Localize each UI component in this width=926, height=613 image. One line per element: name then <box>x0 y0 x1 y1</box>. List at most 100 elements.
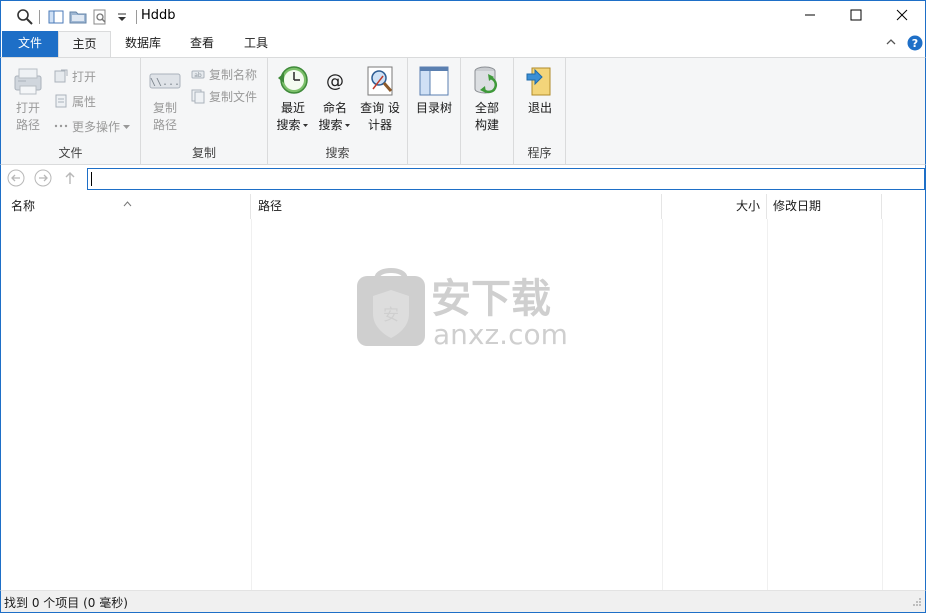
group-label-search: 搜索 <box>325 146 350 160</box>
open-path-label-2: 路径 <box>15 118 40 132</box>
toolbar-separator <box>39 10 40 24</box>
name-search-label-1: 命名 <box>322 101 347 115</box>
column-header-name[interactable]: 名称 <box>1 194 251 219</box>
more-actions-button[interactable]: 更多操作 <box>53 116 131 136</box>
column-label-name: 名称 <box>11 199 36 213</box>
copy-path-label-2: 路径 <box>152 118 177 132</box>
query-designer-button[interactable]: 查询 设 计器 <box>357 64 403 134</box>
dropdown-arrow-icon <box>123 119 131 133</box>
properties-pane-icon[interactable] <box>46 7 66 27</box>
printer-folder-icon <box>11 64 45 98</box>
name-search-label-2: 搜索 <box>318 118 343 132</box>
folder-icon[interactable] <box>68 7 88 27</box>
maximize-button[interactable] <box>833 1 879 31</box>
copy-path-label-1: 复制 <box>152 101 177 115</box>
query-designer-label-1: 查询 设 <box>360 101 400 115</box>
properties-label: 属性 <box>72 94 97 109</box>
properties-button[interactable]: 属性 <box>53 91 96 111</box>
group-label-copy: 复制 <box>191 146 216 160</box>
open-path-button[interactable]: 打开 路径 <box>9 64 47 134</box>
window-title: Hddb <box>141 8 176 23</box>
status-text: 找到 0 个项目 (0 毫秒) <box>4 596 128 610</box>
clock-icon <box>276 64 310 98</box>
query-designer-label-2: 计器 <box>367 118 392 132</box>
ribbon-group-search: 最近 搜索 @ 命名 搜索 查询 设 计器 搜索 <box>268 58 408 164</box>
help-icon[interactable]: ? <box>907 35 923 54</box>
forward-arrow-icon <box>34 169 52 190</box>
sort-ascending-icon <box>123 192 132 217</box>
watermark: 安 安下载 anxz.com <box>355 264 575 351</box>
text-caret <box>91 172 92 186</box>
watermark-domain: anxz.com <box>433 318 568 349</box>
ribbon-group-build: 全部 构建 <box>461 58 514 164</box>
dir-tree-button[interactable]: 目录树 <box>411 64 457 117</box>
open-icon <box>53 68 69 84</box>
column-divider <box>662 219 663 590</box>
minimize-button[interactable] <box>787 1 833 31</box>
properties-icon <box>53 93 69 109</box>
tab-database[interactable]: 数据库 <box>113 31 173 57</box>
maximize-icon <box>850 9 862 24</box>
preview-icon[interactable] <box>90 7 110 27</box>
copy-path-button[interactable]: \\... 复制 路径 <box>148 64 182 134</box>
recent-search-button[interactable]: 最近 搜索 <box>274 64 312 134</box>
ribbon-group-tree: 目录树 <box>408 58 461 164</box>
title-bar: Hddb <box>0 0 926 31</box>
exit-button[interactable]: 退出 <box>518 64 562 117</box>
recent-search-label-2: 搜索 <box>276 118 301 132</box>
navigation-bar <box>0 165 926 194</box>
copy-file-button[interactable]: 复制文件 <box>190 86 257 106</box>
full-build-label-1: 全部 <box>474 101 499 115</box>
tree-pane-icon <box>417 64 451 98</box>
exit-label: 退出 <box>527 101 552 115</box>
column-label-modified: 修改日期 <box>773 199 822 213</box>
ribbon-group-program: 退出 程序 <box>514 58 566 164</box>
open-button[interactable]: 打开 <box>53 66 96 86</box>
ribbon-group-file: 打开 路径 打开 属性 更多操作 文件 <box>1 58 141 164</box>
query-designer-icon <box>363 64 397 98</box>
open-path-label-1: 打开 <box>15 101 40 115</box>
tab-home[interactable]: 主页 <box>58 31 111 58</box>
copy-name-icon: ab <box>190 66 206 82</box>
tab-tools[interactable]: 工具 <box>231 31 281 57</box>
column-header-size[interactable]: 大小 <box>662 194 767 219</box>
minimize-icon <box>804 9 816 24</box>
svg-text:?: ? <box>912 37 918 50</box>
copy-name-label: 复制名称 <box>209 67 258 82</box>
close-icon <box>896 9 908 24</box>
ribbon: 打开 路径 打开 属性 更多操作 文件 \\... 复制 路径 ab 复制名称 … <box>0 57 926 165</box>
close-button[interactable] <box>879 1 925 31</box>
copy-file-label: 复制文件 <box>209 89 258 104</box>
copy-name-button[interactable]: ab 复制名称 <box>190 64 257 84</box>
back-button[interactable] <box>7 169 25 190</box>
tab-file[interactable]: 文件 <box>2 31 58 57</box>
back-arrow-icon <box>7 169 25 190</box>
column-header-path[interactable]: 路径 <box>251 194 662 219</box>
full-build-button[interactable]: 全部 构建 <box>465 64 509 134</box>
customize-dropdown-icon[interactable] <box>112 7 132 27</box>
tab-view[interactable]: 查看 <box>177 31 227 57</box>
copy-path-icon: \\... <box>148 64 182 98</box>
name-search-button[interactable]: @ 命名 搜索 <box>316 64 354 134</box>
quick-access-toolbar <box>15 7 143 27</box>
up-arrow-icon <box>63 170 77 189</box>
ribbon-group-copy: \\... 复制 路径 ab 复制名称 复制文件 复制 <box>141 58 268 164</box>
svg-text:@: @ <box>326 71 344 92</box>
column-header-modified[interactable]: 修改日期 <box>767 194 882 219</box>
resize-grip-icon[interactable] <box>912 596 922 610</box>
watermark-brand: 安下载 <box>431 276 551 322</box>
open-label: 打开 <box>72 69 97 84</box>
full-build-label-2: 构建 <box>474 118 499 132</box>
up-button[interactable] <box>61 170 79 188</box>
results-list[interactable]: 名称 路径 大小 修改日期 安 安下载 anxz.com <box>0 194 926 590</box>
copy-file-icon <box>190 88 206 104</box>
column-divider <box>882 219 883 590</box>
forward-button[interactable] <box>34 169 52 190</box>
more-icon <box>53 118 69 134</box>
search-input[interactable] <box>87 168 925 190</box>
search-icon[interactable] <box>15 7 35 27</box>
column-divider <box>251 219 252 590</box>
collapse-ribbon-icon[interactable] <box>885 35 897 52</box>
recent-search-label-1: 最近 <box>280 101 305 115</box>
group-label-file: 文件 <box>58 146 83 160</box>
